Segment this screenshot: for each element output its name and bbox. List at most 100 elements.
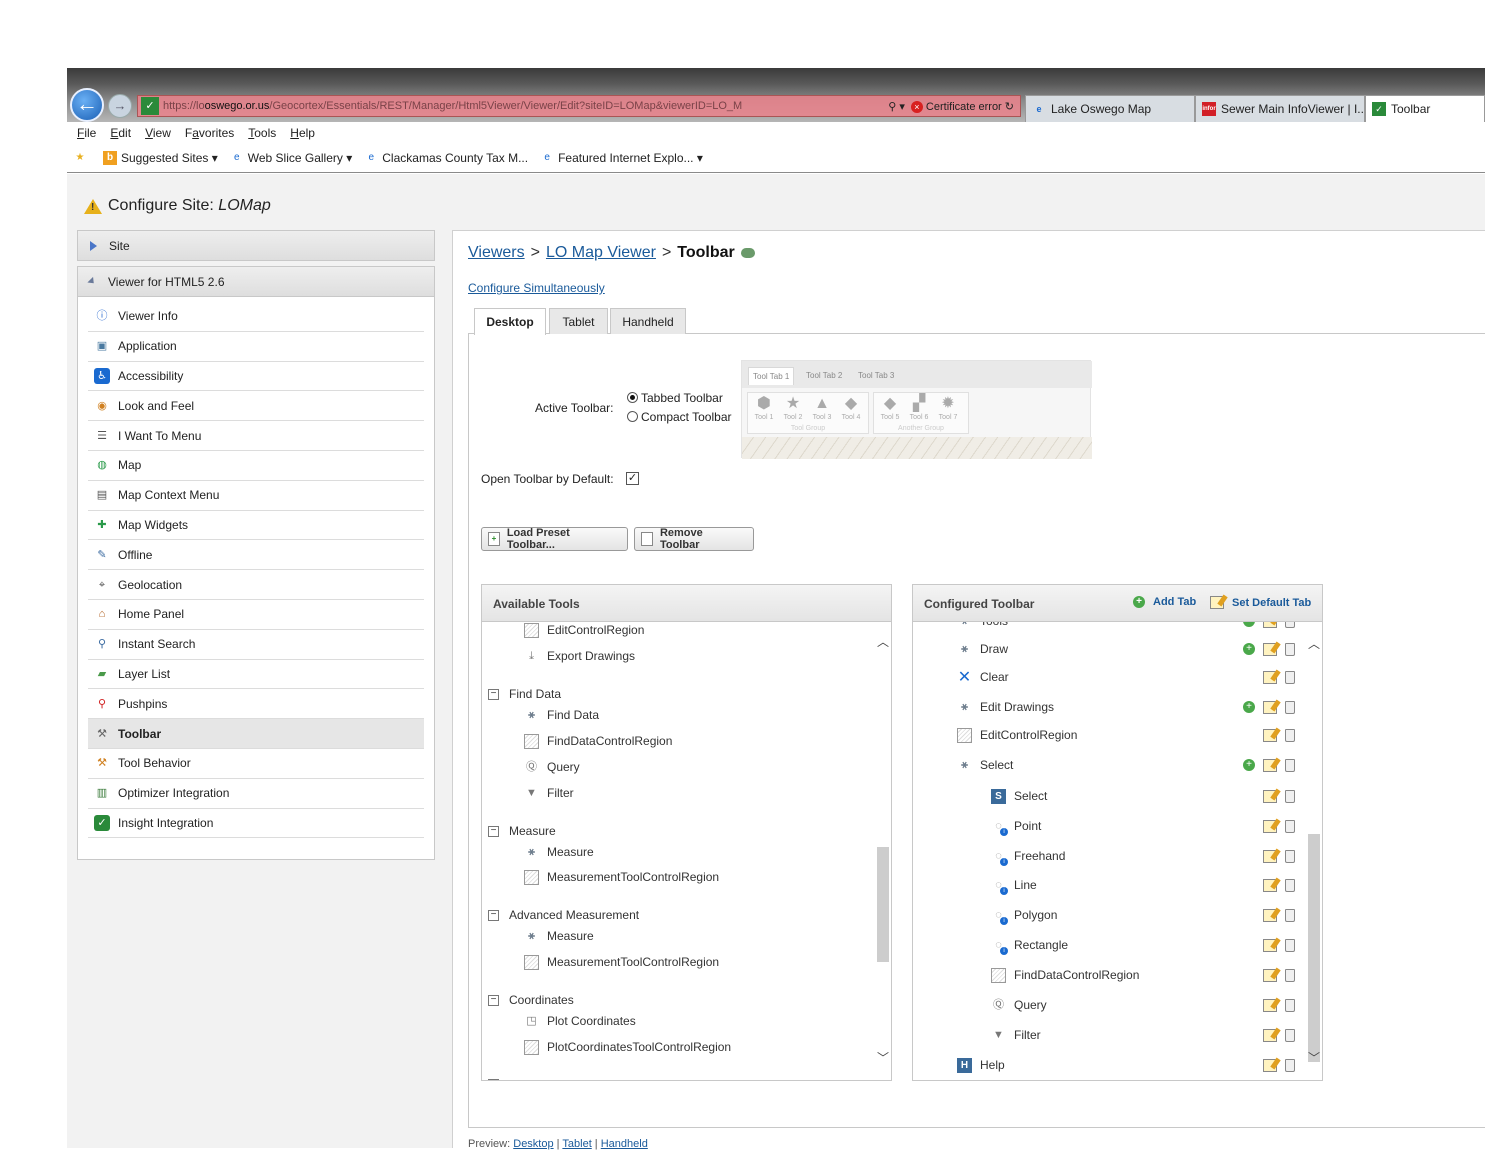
site-section-header[interactable]: Site — [77, 230, 435, 261]
configured-tool-node[interactable]: ◌ Point — [991, 817, 1041, 836]
tab-handheld[interactable]: Handheld — [610, 308, 686, 334]
preview-handheld-link[interactable]: Handheld — [601, 1138, 648, 1150]
menu-tools[interactable]: Tools — [248, 126, 276, 140]
edit-icon[interactable] — [1263, 622, 1277, 628]
configured-tool-node[interactable]: ⚹ Draw — [957, 640, 1008, 658]
configured-scrollbar[interactable]: ︿ ﹀ — [1306, 622, 1322, 1080]
forward-arrow-icon[interactable]: → — [108, 94, 132, 118]
delete-icon[interactable] — [1285, 819, 1295, 833]
delete-icon[interactable] — [1285, 1058, 1295, 1072]
refresh-icon[interactable]: ↻ — [1005, 101, 1014, 113]
favorite-web-slice-gallery[interactable]: e Web Slice Gallery ▾ — [230, 151, 352, 165]
configured-tool-node[interactable]: ◌ Rectangle — [991, 936, 1068, 955]
nav-item-geolocation[interactable]: ⌖ Geolocation — [88, 570, 424, 600]
add-icon[interactable]: + — [1243, 759, 1255, 771]
tree-tool-node[interactable]: ⚹ Measure — [524, 843, 594, 861]
tab-desktop[interactable]: Desktop — [474, 308, 546, 335]
edit-icon[interactable] — [1263, 789, 1277, 803]
delete-icon[interactable] — [1285, 878, 1295, 892]
delete-icon[interactable] — [1285, 1028, 1295, 1042]
search-icon[interactable]: ⚲ — [888, 101, 896, 113]
configured-tool-node[interactable]: EditControlRegion — [957, 726, 1077, 744]
configured-tool-node[interactable]: ⚹ Tools — [957, 622, 1008, 630]
nav-item-viewer-info[interactable]: ⓘ Viewer Info — [88, 302, 424, 332]
edit-icon[interactable] — [1263, 819, 1277, 833]
url-controls[interactable]: ⚲ ▾ × Certificate error ↻ — [888, 100, 1014, 113]
available-scrollbar[interactable]: ︿ ﹀ — [875, 622, 891, 1080]
tree-group-node[interactable]: − Coordinates — [488, 991, 574, 1009]
breadcrumb-viewer-link[interactable]: LO Map Viewer — [546, 244, 656, 262]
configured-tool-node[interactable]: ✕ Clear — [957, 668, 1009, 686]
tree-group-node[interactable]: − Advanced Measurement — [488, 906, 639, 924]
nav-item-map-context-menu[interactable]: ▤ Map Context Menu — [88, 481, 424, 511]
delete-icon[interactable] — [1285, 998, 1295, 1012]
edit-icon[interactable] — [1263, 1058, 1277, 1072]
scroll-down-icon[interactable]: ﹀ — [1306, 1050, 1322, 1066]
tree-tool-node[interactable]: MeasurementToolControlRegion — [524, 953, 719, 971]
favorite-suggested-sites[interactable]: b Suggested Sites ▾ — [103, 151, 218, 165]
tree-group-node-partial[interactable]: − — [488, 1075, 509, 1080]
certificate-error-icon[interactable]: × — [910, 100, 923, 113]
menu-favorites[interactable]: Favorites — [185, 126, 234, 140]
preview-desktop-link[interactable]: Desktop — [513, 1138, 553, 1150]
nav-item-application[interactable]: ▣ Application — [88, 332, 424, 362]
nav-item-pushpins[interactable]: ⚲ Pushpins — [88, 689, 424, 720]
nav-item-home-panel[interactable]: ⌂ Home Panel — [88, 600, 424, 630]
browser-tab-sewer-main[interactable]: infor Sewer Main InfoViewer | I... — [1195, 95, 1365, 122]
load-preset-toolbar-button[interactable]: + Load Preset Toolbar... — [481, 527, 628, 551]
menu-edit[interactable]: Edit — [110, 126, 131, 140]
edit-icon[interactable] — [1263, 968, 1277, 982]
radio-unselected-icon[interactable] — [627, 411, 638, 422]
favorites-star-icon[interactable]: ★ — [73, 151, 91, 165]
back-arrow-icon[interactable]: ← — [70, 88, 104, 122]
add-icon[interactable]: + — [1243, 701, 1255, 713]
menu-view[interactable]: View — [145, 126, 171, 140]
menu-file[interactable]: File — [77, 126, 96, 140]
nav-item-offline[interactable]: ✎ Offline — [88, 540, 424, 571]
tree-tool-node[interactable]: PlotCoordinatesToolControlRegion — [524, 1038, 731, 1056]
scroll-down-icon[interactable]: ﹀ — [875, 1050, 891, 1066]
scroll-thumb[interactable] — [877, 847, 889, 962]
open-by-default-checkbox[interactable]: ✓ — [626, 472, 639, 485]
tree-tool-node[interactable]: FindDataControlRegion — [524, 732, 672, 750]
configured-tool-node[interactable]: ⚹ Edit Drawings — [957, 698, 1054, 716]
delete-icon[interactable] — [1285, 700, 1295, 714]
menu-help[interactable]: Help — [290, 126, 315, 140]
set-default-tab-button[interactable]: Set Default Tab — [1210, 596, 1311, 609]
edit-icon[interactable] — [1263, 998, 1277, 1012]
configured-tool-node[interactable]: ⚹ Select — [957, 756, 1013, 774]
delete-icon[interactable] — [1285, 670, 1295, 684]
refresh-link-icon[interactable] — [740, 248, 755, 258]
remove-toolbar-button[interactable]: Remove Toolbar — [634, 527, 754, 551]
delete-icon[interactable] — [1285, 758, 1295, 772]
radio-compact-toolbar[interactable]: Compact Toolbar — [627, 410, 732, 424]
scroll-up-icon[interactable]: ︿ — [1306, 636, 1322, 652]
delete-icon[interactable] — [1285, 789, 1295, 803]
address-bar[interactable]: ✓ https://looswego.or.us/Geocortex/Essen… — [137, 95, 1021, 117]
tree-tool-node[interactable]: EditControlRegion — [524, 622, 644, 639]
add-icon[interactable]: + — [1243, 622, 1255, 627]
tree-tool-node[interactable]: ⚹ Find Data — [524, 706, 599, 724]
add-icon[interactable]: + — [1243, 643, 1255, 655]
edit-icon[interactable] — [1263, 758, 1277, 772]
delete-icon[interactable] — [1285, 642, 1295, 656]
preview-tablet-link[interactable]: Tablet — [562, 1138, 591, 1150]
nav-item-instant-search[interactable]: ⚲ Instant Search — [88, 630, 424, 660]
configured-tool-node[interactable]: Ⓠ Query — [991, 996, 1047, 1014]
url-text[interactable]: https://looswego.or.us/Geocortex/Essenti… — [163, 100, 888, 112]
edit-icon[interactable] — [1263, 728, 1277, 742]
delete-icon[interactable] — [1285, 938, 1295, 952]
nav-item-map[interactable]: ◍ Map — [88, 451, 424, 481]
configured-tool-node[interactable]: H Help — [957, 1056, 1005, 1074]
configured-tool-node[interactable]: ◌ Polygon — [991, 906, 1057, 925]
edit-icon[interactable] — [1263, 670, 1277, 684]
radio-tabbed-toolbar[interactable]: Tabbed Toolbar — [627, 391, 723, 405]
browser-tab-lake-oswego-map[interactable]: e Lake Oswego Map — [1025, 95, 1195, 122]
tree-group-node[interactable]: − Measure — [488, 822, 556, 840]
tree-tool-node[interactable]: Ⓠ Query — [524, 758, 580, 776]
nav-item-insight-integration[interactable]: ✓ Insight Integration — [88, 809, 424, 839]
tree-tool-node[interactable]: MeasurementToolControlRegion — [524, 868, 719, 886]
edit-icon[interactable] — [1263, 1028, 1277, 1042]
tree-tool-node[interactable]: ▼ Filter — [524, 784, 574, 802]
nav-item-i-want-to-menu[interactable]: ☰ I Want To Menu — [88, 421, 424, 451]
